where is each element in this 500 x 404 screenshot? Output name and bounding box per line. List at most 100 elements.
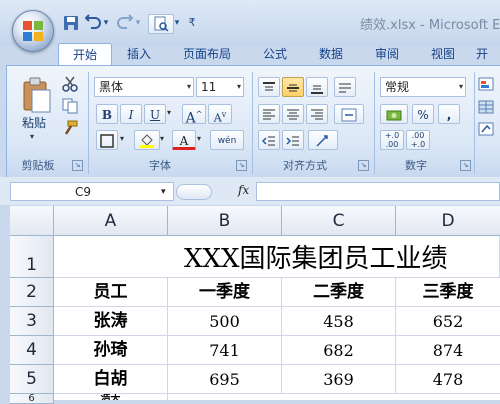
- percent-button[interactable]: %: [412, 104, 434, 124]
- undo-icon[interactable]: [84, 14, 102, 32]
- tab-insert[interactable]: 插入: [116, 43, 162, 65]
- undo-dropdown-icon[interactable]: ▾: [101, 14, 111, 32]
- save-icon[interactable]: [62, 14, 80, 32]
- paste-icon[interactable]: [18, 76, 54, 114]
- shrink-font-button[interactable]: Av: [208, 104, 232, 125]
- cell-a2[interactable]: 员工: [54, 278, 168, 307]
- paste-label[interactable]: 粘贴: [22, 114, 46, 131]
- cell-a5[interactable]: 白胡: [54, 365, 168, 394]
- cell-b4[interactable]: 741: [168, 336, 282, 365]
- cell-d3[interactable]: 652: [396, 307, 500, 336]
- border-button[interactable]: [96, 130, 118, 150]
- column-header-c[interactable]: C: [282, 206, 396, 236]
- formula-input[interactable]: [256, 182, 500, 201]
- align-right-icon: [311, 109, 323, 120]
- comma-button[interactable]: ,: [438, 104, 460, 124]
- number-format-combo[interactable]: 常规 ▾: [380, 77, 466, 97]
- decrease-decimal-button[interactable]: .00 +.0: [406, 130, 430, 150]
- cut-icon[interactable]: [62, 76, 80, 94]
- cell-b5[interactable]: 695: [168, 365, 282, 394]
- group-separator: [374, 72, 375, 174]
- bold-button[interactable]: B: [96, 104, 118, 124]
- cell-c4[interactable]: 682: [282, 336, 396, 365]
- row-header-6[interactable]: 6: [10, 394, 54, 404]
- underline-dropdown-icon[interactable]: ▾: [167, 108, 171, 117]
- row-header-1[interactable]: 1: [10, 236, 54, 278]
- customize-qat-icon[interactable]: ₹: [186, 14, 198, 32]
- row-header-3[interactable]: 3: [10, 307, 54, 336]
- align-top-button[interactable]: [258, 77, 280, 97]
- cell-c5[interactable]: 369: [282, 365, 396, 394]
- orientation-button[interactable]: [334, 77, 356, 97]
- number-launcher-icon[interactable]: ↘: [460, 160, 471, 171]
- fill-color-dropdown-icon[interactable]: ▾: [160, 134, 164, 143]
- align-center-button[interactable]: [282, 104, 304, 124]
- grow-font-label: A: [185, 110, 196, 127]
- print-preview-icon[interactable]: [148, 14, 174, 34]
- border-dropdown-icon[interactable]: ▾: [120, 134, 124, 143]
- cell-b2[interactable]: 一季度: [168, 278, 282, 307]
- increase-decimal-button[interactable]: +.0 .00: [380, 130, 404, 150]
- format-as-table-icon[interactable]: [478, 100, 498, 118]
- window-title: 绩效.xlsx - Microsoft Ex: [360, 18, 500, 33]
- row-header-4[interactable]: 4: [10, 336, 54, 365]
- decrease-indent-button[interactable]: [258, 130, 280, 150]
- paste-dropdown-icon[interactable]: ▾: [30, 132, 34, 141]
- row-header-5[interactable]: 5: [10, 365, 54, 394]
- column-header-b[interactable]: B: [168, 206, 282, 236]
- underline-button[interactable]: U: [144, 104, 166, 124]
- select-all-button[interactable]: [10, 206, 54, 236]
- insert-function-button[interactable]: fx: [238, 183, 249, 197]
- tab-developer[interactable]: 开: [476, 43, 500, 65]
- cell-a3[interactable]: 张涛: [54, 307, 168, 336]
- copy-icon[interactable]: [62, 98, 80, 116]
- tab-view[interactable]: 视图: [420, 43, 466, 65]
- text-orientation-button[interactable]: [308, 130, 338, 150]
- alignment-launcher-icon[interactable]: ↘: [358, 160, 369, 171]
- cell-a4[interactable]: 孙琦: [54, 336, 168, 365]
- redo-dropdown-icon[interactable]: ▾: [133, 14, 143, 32]
- increase-indent-button[interactable]: [282, 130, 304, 150]
- column-header-a[interactable]: A: [54, 206, 168, 236]
- cell-a6[interactable]: 浩天: [54, 394, 168, 400]
- accounting-format-button[interactable]: [380, 104, 408, 124]
- italic-button[interactable]: I: [120, 104, 142, 124]
- cell-c2[interactable]: 二季度: [282, 278, 396, 307]
- column-header-d[interactable]: D: [396, 206, 500, 236]
- cell-d5[interactable]: 478: [396, 365, 500, 394]
- tab-home[interactable]: 开始: [58, 43, 112, 66]
- font-name-combo[interactable]: 黑体 ▾: [94, 77, 194, 97]
- row-header-2[interactable]: 2: [10, 278, 54, 307]
- align-left-button[interactable]: [258, 104, 280, 124]
- cell-d2[interactable]: 三季度: [396, 278, 500, 307]
- grow-font-button[interactable]: A^: [182, 104, 206, 127]
- cell-a1-title[interactable]: XXX国际集团员工业绩: [54, 236, 500, 278]
- font-color-dropdown-icon[interactable]: ▾: [197, 134, 201, 143]
- fill-color-button[interactable]: [134, 130, 160, 150]
- cell-c3[interactable]: 458: [282, 307, 396, 336]
- format-painter-icon[interactable]: [62, 120, 80, 138]
- phonetic-guide-button[interactable]: wén: [210, 130, 244, 150]
- print-preview-dropdown-icon[interactable]: ▾: [172, 14, 182, 32]
- align-right-button[interactable]: [306, 104, 328, 124]
- align-middle-button[interactable]: [282, 77, 304, 97]
- font-launcher-icon[interactable]: ↘: [236, 160, 247, 171]
- align-bottom-button[interactable]: [306, 77, 328, 97]
- tab-formulas[interactable]: 公式: [252, 43, 298, 65]
- cell-d4[interactable]: 874: [396, 336, 500, 365]
- align-top-icon: [263, 82, 275, 91]
- office-button[interactable]: [12, 10, 54, 52]
- conditional-format-icon[interactable]: [478, 77, 498, 95]
- cell-b3[interactable]: 500: [168, 307, 282, 336]
- name-box[interactable]: C9 ▾: [10, 182, 174, 201]
- tab-data[interactable]: 数据: [308, 43, 354, 65]
- cell-styles-icon[interactable]: [478, 122, 498, 140]
- tab-page-layout[interactable]: 页面布局: [170, 43, 244, 65]
- font-color-button[interactable]: A: [172, 130, 196, 150]
- merge-center-button[interactable]: [334, 104, 364, 124]
- clipboard-launcher-icon[interactable]: ↘: [72, 160, 83, 171]
- tab-review[interactable]: 审阅: [364, 43, 410, 65]
- font-size-combo[interactable]: 11 ▾: [196, 77, 244, 97]
- redo-icon[interactable]: [116, 14, 134, 32]
- formula-bar-expand-handle[interactable]: [176, 184, 212, 200]
